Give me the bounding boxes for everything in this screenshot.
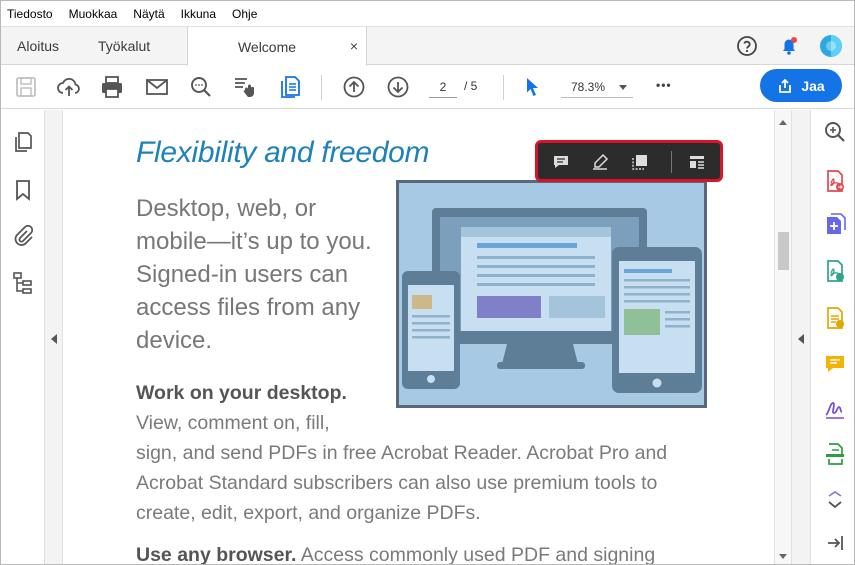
devices-illustration <box>396 180 707 408</box>
export-pdf-icon[interactable] <box>823 169 847 193</box>
scroll-down-icon[interactable] <box>779 554 787 559</box>
tab-bar: Aloitus Työkalut Welcome × <box>1 26 854 66</box>
left-navigation-pane <box>1 110 45 564</box>
close-tab-icon[interactable]: × <box>350 38 358 54</box>
highlight-pen-icon[interactable] <box>591 153 609 171</box>
attachment-icon[interactable] <box>11 224 35 248</box>
right-pane-toggle[interactable] <box>791 110 810 564</box>
chevron-down-icon <box>619 85 627 90</box>
select-cursor-icon[interactable] <box>519 74 545 100</box>
section1-first-lines: Work on your desktop. View, comment on, … <box>136 378 406 438</box>
devices-image <box>402 208 702 393</box>
zoom-search-icon[interactable] <box>823 120 847 144</box>
toolbar-divider <box>671 151 672 173</box>
help-icon[interactable] <box>736 35 758 57</box>
page-thumbnails-icon[interactable] <box>11 130 35 154</box>
scroll-up-icon[interactable] <box>779 120 787 125</box>
next-page-icon[interactable] <box>385 74 411 100</box>
tab-home[interactable]: Aloitus <box>17 27 59 65</box>
create-pdf-icon[interactable] <box>823 212 847 236</box>
menu-view[interactable]: Näytä <box>131 5 166 23</box>
left-pane-toggle[interactable] <box>45 110 63 564</box>
share-icon <box>779 78 792 93</box>
tab-document-label: Welcome <box>237 38 297 55</box>
collapse-panel-icon[interactable] <box>823 531 847 555</box>
section2-body: Access commonly used PDF and signing <box>300 544 656 565</box>
more-tools-icon[interactable] <box>823 490 847 514</box>
scroll-thumb[interactable] <box>778 232 789 270</box>
acrobat-window: Tiedosto Muokkaa Näytä Ikkuna Ohje Aloit… <box>0 0 855 565</box>
quick-actions-toolbar <box>535 140 723 182</box>
zoom-value: 78.3% <box>571 79 606 94</box>
chevron-left-icon <box>51 334 57 344</box>
page-number-input[interactable] <box>429 76 457 98</box>
save-icon[interactable] <box>13 74 39 100</box>
menu-help[interactable]: Ohje <box>230 5 259 23</box>
page-total: / 5 <box>464 79 478 93</box>
toolbar-divider <box>503 75 504 100</box>
scan-icon[interactable] <box>823 442 847 466</box>
tab-document[interactable]: Welcome × <box>187 27 367 66</box>
bookmark-icon[interactable] <box>11 178 35 202</box>
find-text-icon[interactable] <box>188 74 214 100</box>
document-pages-icon[interactable] <box>277 74 303 100</box>
fill-sign-icon[interactable] <box>823 396 847 420</box>
lead-paragraph: Desktop, web, or mobile—it’s up to you. … <box>136 195 372 354</box>
edit-pdf-icon[interactable] <box>823 259 847 283</box>
main-toolbar: / 5 78.3% ••• <box>1 66 854 109</box>
tab-tools[interactable]: Työkalut <box>98 27 150 65</box>
section1-heading: Work on your desktop. <box>136 382 347 404</box>
vertical-scrollbar[interactable] <box>774 110 791 564</box>
copy-icon[interactable] <box>631 153 649 171</box>
notification-bell-icon[interactable] <box>778 35 800 57</box>
read-aloud-icon[interactable] <box>232 74 258 100</box>
menu-window[interactable]: Ikkuna <box>179 5 218 23</box>
toolbar-divider <box>321 75 322 100</box>
email-icon[interactable] <box>144 74 170 100</box>
layers-icon[interactable] <box>11 271 35 295</box>
menu-file[interactable]: Tiedosto <box>5 5 55 23</box>
comment-icon[interactable] <box>823 352 847 376</box>
section1-body-rest: sign, and send PDFs in free Acrobat Read… <box>136 442 668 524</box>
print-icon[interactable] <box>99 74 125 100</box>
section2-heading: Use any browser. <box>136 544 297 565</box>
document-viewer[interactable]: Flexibility and freedom Desktop, web, or… <box>63 110 774 565</box>
zoom-dropdown[interactable]: 78.3% <box>561 76 633 98</box>
previous-page-icon[interactable] <box>341 74 367 100</box>
cloud-upload-icon[interactable] <box>56 74 82 100</box>
organize-pages-icon[interactable] <box>823 306 847 330</box>
page-title: Flexibility and freedom <box>136 136 430 169</box>
menu-bar: Tiedosto Muokkaa Näytä Ikkuna Ohje <box>1 1 854 26</box>
share-label: Jaa <box>801 77 825 94</box>
share-button[interactable]: Jaa <box>760 69 842 102</box>
body-section-1: Work on your desktop. View, comment on, … <box>136 378 706 565</box>
menu-edit[interactable]: Muokkaa <box>67 5 120 23</box>
user-avatar-icon[interactable] <box>819 34 843 58</box>
layout-panel-icon[interactable] <box>688 153 706 171</box>
add-comment-icon[interactable] <box>552 153 570 171</box>
tools-pane <box>810 110 854 564</box>
section2: Use any browser. Access commonly used PD… <box>136 540 706 565</box>
section1-body-short: View, comment on, fill, <box>136 412 330 434</box>
chevron-left-icon <box>798 334 804 344</box>
more-options-icon[interactable]: ••• <box>656 78 672 92</box>
